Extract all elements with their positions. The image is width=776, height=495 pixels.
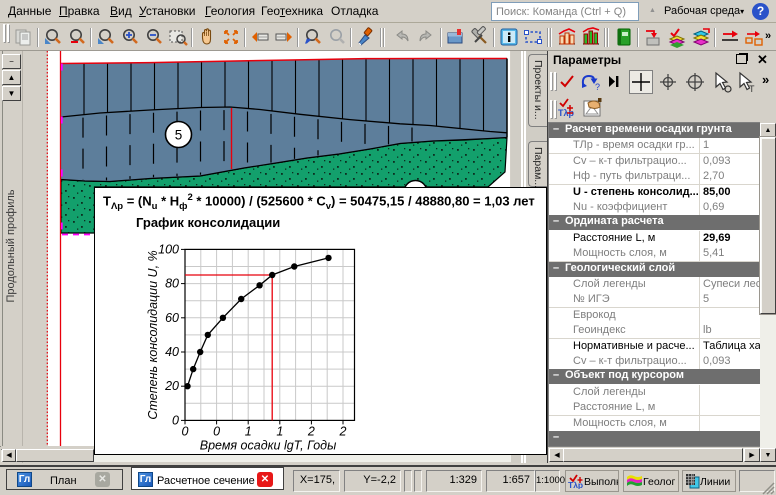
svg-text:Степень консолидации U, %: Степень консолидации U, % — [146, 250, 160, 419]
svg-text:2: 2 — [307, 424, 315, 438]
svg-text:1: 1 — [245, 424, 252, 438]
svg-text:60: 60 — [165, 311, 179, 325]
svg-text:Tλp: Tλp — [568, 480, 583, 489]
svg-text:40: 40 — [165, 345, 179, 359]
svg-text:T: T — [749, 84, 755, 94]
svg-text:Время осадки lgT, Годы: Время осадки lgT, Годы — [200, 438, 337, 452]
svg-text:5: 5 — [175, 128, 183, 143]
svg-text:0: 0 — [172, 413, 179, 427]
svg-text:2: 2 — [339, 424, 347, 438]
svg-text:1: 1 — [276, 424, 283, 438]
svg-text:0: 0 — [182, 424, 189, 438]
svg-text:0: 0 — [213, 424, 220, 438]
svg-text:20: 20 — [164, 379, 179, 393]
svg-text:100: 100 — [158, 242, 179, 256]
svg-text:80: 80 — [165, 277, 179, 291]
svg-text:?: ? — [595, 82, 600, 92]
